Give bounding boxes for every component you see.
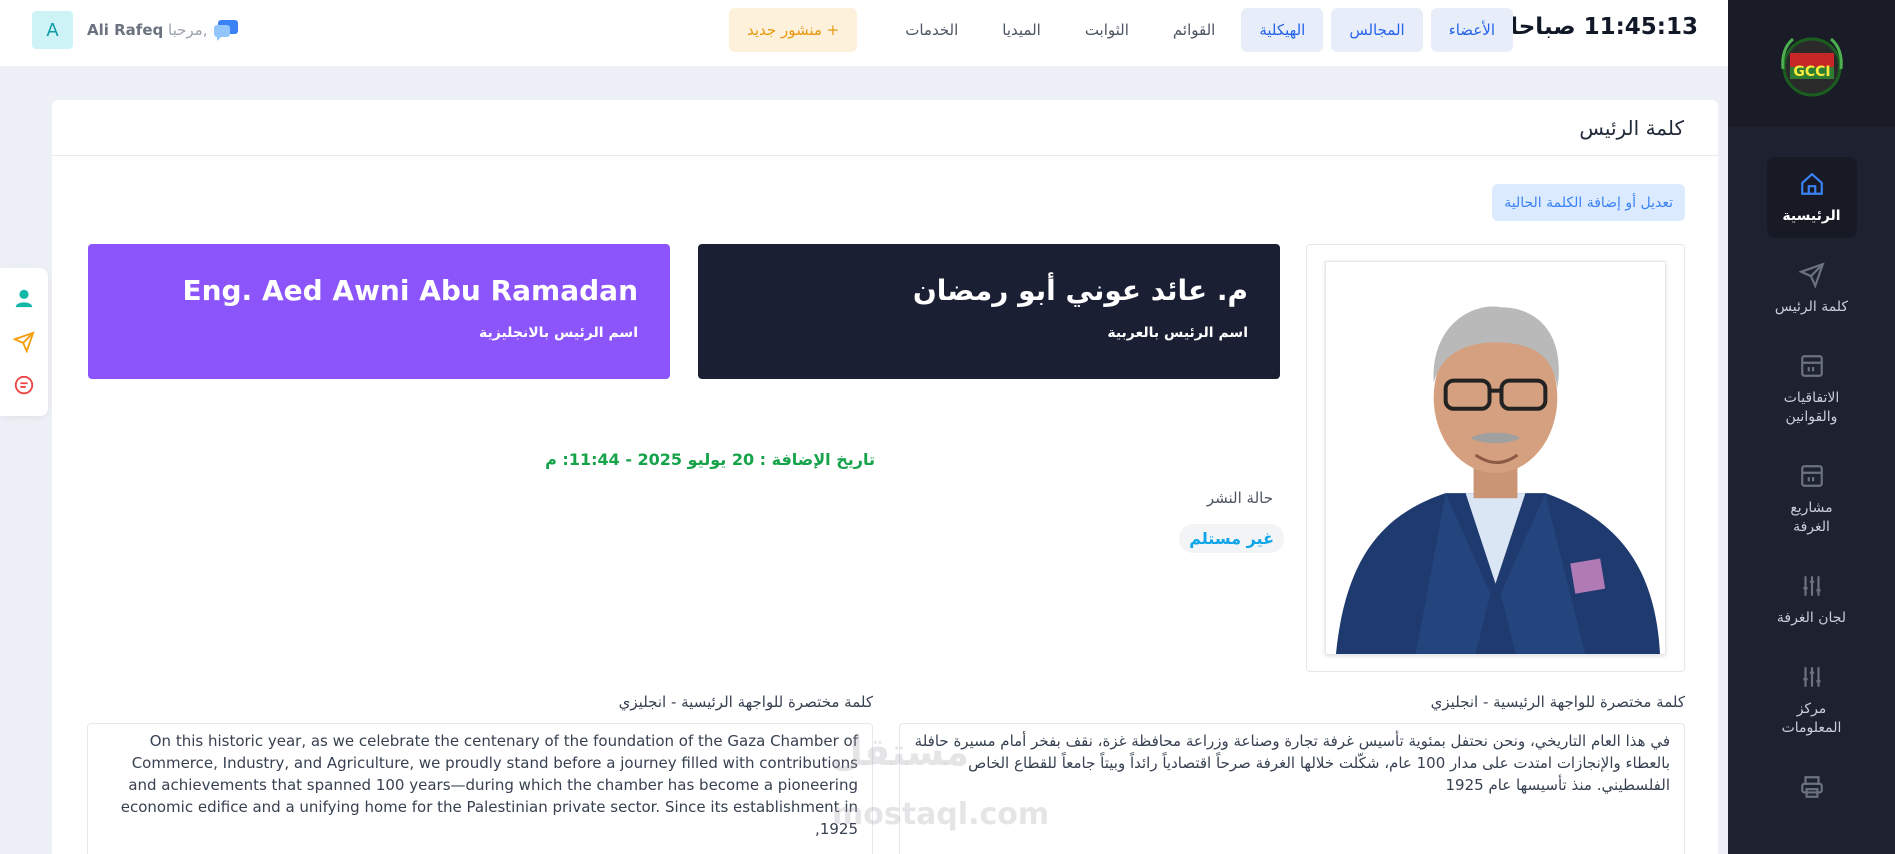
new-post-button[interactable]: منشور جديد +	[728, 8, 858, 52]
president-name-en: Eng. Aed Awni Abu Ramadan	[182, 274, 638, 307]
name-arabic-box: م. عائد عوني أبو رمضان اسم الرئيس بالعرب…	[698, 244, 1280, 379]
sliders-icon	[1802, 576, 1821, 596]
nav-services[interactable]: الخدمات	[887, 8, 976, 52]
name-ar-caption: اسم الرئيس بالعربية	[1107, 325, 1248, 341]
sidebar-item-info-center[interactable]: مركز المعلومات	[1767, 650, 1857, 750]
sidebar-item-label: مشاريع الغرفة	[1790, 500, 1833, 535]
floating-tools	[0, 268, 48, 416]
sidebar-menu: الرئيسية كلمة الرئيس الاتفاقيات والقواني…	[1728, 127, 1895, 822]
avatar[interactable]: A	[32, 11, 73, 49]
short-word-textarea-ar[interactable]: في هذا العام التاريخي، ونحن نحتفل بمئوية…	[899, 723, 1685, 854]
sidebar-item-print[interactable]	[1767, 760, 1857, 822]
top-bar: 11:45:13 صباحا الأعضاء المجالس الهيكلية …	[0, 0, 1728, 66]
sidebar-item-label: الاتفاقيات والقوانين	[1783, 390, 1840, 425]
watermark-url: mostaql.com	[832, 797, 1050, 832]
president-name-ar: م. عائد عوني أبو رمضان	[912, 274, 1248, 307]
sidebar-item-label: مركز المعلومات	[1781, 701, 1842, 736]
chat-icon[interactable]	[212, 18, 240, 42]
short-word-label-ar: كلمة مختصرة للواجهة الرئيسية - انجليزي	[1430, 693, 1685, 711]
sidebar-item-agreements[interactable]: الاتفاقيات والقوانين	[1767, 339, 1857, 439]
sidebar-item-president-word[interactable]: كلمة الرئيس	[1767, 248, 1857, 329]
user-menu[interactable]: A Ali Rafeq مرحبا,	[32, 11, 207, 49]
publish-status-label: حالة النشر	[1206, 489, 1273, 507]
date-added: تاريخ الإضافة : 20 يوليو 2025 - 11:44: م	[545, 450, 875, 469]
layout-icon	[1800, 465, 1823, 487]
printer-icon	[1800, 776, 1823, 798]
svg-text:GCCI: GCCI	[1793, 64, 1830, 80]
portrait-illustration	[1326, 262, 1665, 654]
sidebar-item-label: كلمة الرئيس	[1774, 299, 1849, 315]
edit-word-button[interactable]: تعديل أو إضافة الكلمة الحالية	[1492, 184, 1685, 221]
user-icon[interactable]	[13, 287, 35, 309]
short-word-textarea-en[interactable]: On this historic year, as we celebrate t…	[87, 723, 873, 854]
nav-structure[interactable]: الهيكلية	[1241, 8, 1324, 52]
clock: 11:45:13 صباحا	[1510, 14, 1698, 40]
page-title: كلمة الرئيس	[52, 100, 1718, 156]
nav-councils[interactable]: المجالس	[1331, 8, 1423, 52]
user-name: Ali Rafeq	[87, 21, 164, 39]
layout-icon	[1800, 355, 1823, 377]
greeting: Ali Rafeq مرحبا,	[87, 21, 207, 39]
nav-constants[interactable]: الثوابت	[1067, 8, 1147, 52]
president-photo-frame	[1306, 244, 1685, 672]
president-photo	[1325, 261, 1666, 655]
sliders-icon	[1802, 667, 1821, 687]
name-en-caption: اسم الرئيس بالانجليزية	[479, 325, 638, 341]
message-icon[interactable]	[13, 375, 35, 397]
send-icon[interactable]	[13, 331, 35, 353]
name-english-box: Eng. Aed Awni Abu Ramadan اسم الرئيس بال…	[88, 244, 670, 379]
greeting-prefix: مرحبا,	[168, 21, 208, 39]
short-word-label-en: كلمة مختصرة للواجهة الرئيسية - انجليزي	[618, 693, 873, 711]
nav-media[interactable]: الميديا	[984, 8, 1059, 52]
home-icon	[1800, 172, 1823, 195]
logo-area: GCCI	[1728, 0, 1895, 127]
chamber-logo: GCCI	[1780, 37, 1843, 96]
sidebar-item-committees[interactable]: لجان الغرفة	[1767, 559, 1857, 640]
watermark: مستقل	[830, 730, 969, 774]
send-icon	[1798, 262, 1825, 288]
sidebar-item-label: الرئيسية	[1782, 208, 1841, 224]
top-nav: الأعضاء المجالس الهيكلية القوائم الثوابت…	[728, 8, 1513, 52]
sidebar: GCCI الرئيسية كلمة الرئيس الاتفاقيات وال…	[1728, 0, 1895, 854]
publish-status-badge: غير مستلم	[1179, 524, 1284, 553]
sidebar-item-label: لجان الغرفة	[1776, 610, 1847, 626]
sidebar-item-home[interactable]: الرئيسية	[1766, 157, 1857, 238]
nav-lists[interactable]: القوائم	[1155, 8, 1233, 52]
nav-members[interactable]: الأعضاء	[1430, 8, 1513, 52]
sidebar-item-projects[interactable]: مشاريع الغرفة	[1767, 449, 1857, 549]
